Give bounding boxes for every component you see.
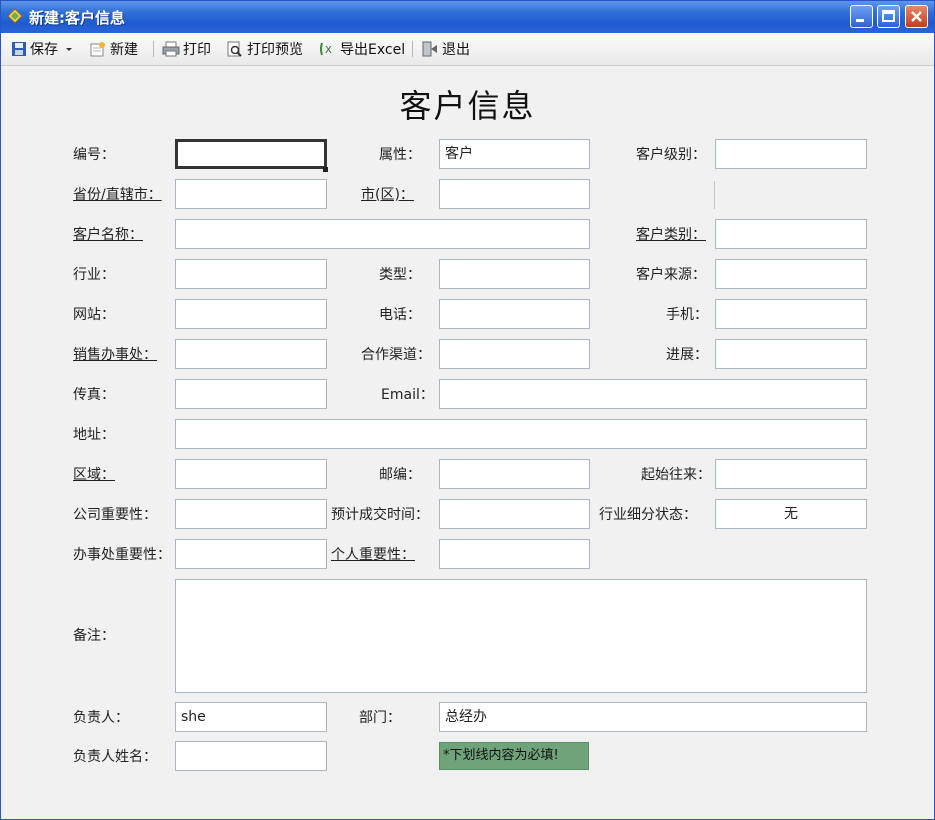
personal-importance-field[interactable] [439,539,590,569]
remarks-label: 备注： [73,628,115,644]
sales-office-field[interactable] [175,339,327,369]
mobile-field[interactable] [715,299,867,329]
progress-label: 进展： [666,347,708,363]
attribute-field[interactable]: 客户 [439,139,590,169]
customer-level-label: 客户级别： [636,147,706,163]
website-field[interactable] [175,299,327,329]
first-contact-field[interactable] [715,459,867,489]
industry-segment-status-label: 行业细分状态： [599,507,697,523]
industry-field[interactable] [175,259,327,289]
sales-office-label: 销售办事处： [73,347,157,363]
exit-label: 退出 [442,42,470,58]
app-diamond-icon [7,8,23,24]
type-field[interactable] [439,259,590,289]
customer-name-label: 客户名称： [73,227,143,243]
title-bar[interactable]: 新建:客户信息 [1,1,934,33]
channel-field[interactable] [439,339,590,369]
close-button[interactable] [905,5,928,28]
customer-category-field[interactable] [715,219,867,249]
website-label: 网站： [73,307,115,323]
window-title: 新建:客户信息 [29,9,125,27]
print-label: 打印 [183,42,211,58]
exit-door-icon [422,41,437,57]
floppy-disk-icon [12,42,26,56]
focus-handle [323,167,328,172]
print-preview-icon [227,41,242,57]
new-document-icon [90,42,105,57]
city-label: 市(区)： [361,187,414,203]
customer-source-field[interactable] [715,259,867,289]
industry-segment-status-field[interactable]: 无 [715,499,867,529]
department-field[interactable]: 总经办 [439,702,867,732]
address-label: 地址： [73,427,115,443]
region-label: 区域： [73,467,115,483]
postcode-label: 邮编： [379,467,421,483]
department-label: 部门： [359,710,401,726]
company-importance-label: 公司重要性： [73,507,157,523]
customer-source-label: 客户来源： [636,267,706,283]
province-field[interactable] [175,179,327,209]
print-preview-button[interactable]: 打印预览 [226,39,303,59]
owner-field[interactable]: she [175,702,327,732]
required-fields-note: *下划线内容为必填! [439,742,589,770]
divider-line [714,181,715,209]
postcode-field[interactable] [439,459,590,489]
remarks-textarea[interactable] [175,579,867,693]
new-button[interactable]: 新建 [89,39,138,59]
address-field[interactable] [175,419,867,449]
save-label: 保存 [30,42,58,58]
province-label: 省份/直辖市： [73,187,162,203]
type-label: 类型： [379,267,421,283]
personal-importance-label: 个人重要性： [331,547,415,563]
exit-button[interactable]: 退出 [421,39,470,59]
toolbar-separator [153,41,154,57]
region-field[interactable] [175,459,327,489]
toolbar: 保存 新建 打印 打印预览 X 导出Excel 退出 [1,33,934,66]
owner-label: 负责人： [73,710,129,726]
company-importance-field[interactable] [175,499,327,529]
expected-deal-time-field[interactable] [439,499,590,529]
mobile-label: 手机： [666,307,708,323]
minimize-button[interactable] [850,5,873,28]
fax-label: 传真： [73,387,115,403]
attribute-label: 属性： [379,147,421,163]
dropdown-arrow-icon [66,48,72,51]
city-field[interactable] [439,179,590,209]
excel-icon: X [320,42,332,56]
phone-field[interactable] [439,299,590,329]
customer-level-field[interactable] [715,139,867,169]
channel-label: 合作渠道： [361,347,431,363]
printer-icon [162,41,180,57]
office-importance-field[interactable] [175,539,327,569]
fax-field[interactable] [175,379,327,409]
first-contact-label: 起始往来： [641,467,711,483]
svg-text:X: X [325,45,332,56]
phone-label: 电话： [379,307,421,323]
expected-deal-time-label: 预计成交时间： [331,507,429,523]
new-label: 新建 [110,42,138,58]
id-field[interactable] [175,139,327,169]
export-excel-label: 导出Excel [340,42,406,58]
toolbar-separator [412,41,413,57]
office-importance-label: 办事处重要性： [73,547,171,563]
form-title: 客户信息 [399,87,536,125]
owner-name-field[interactable] [175,741,327,771]
maximize-button[interactable] [877,5,900,28]
owner-name-label: 负责人姓名： [73,749,157,765]
save-button[interactable]: 保存 [11,39,79,59]
customer-name-field[interactable] [175,219,590,249]
customer-category-label: 客户类别： [636,227,706,243]
progress-field[interactable] [715,339,867,369]
print-button[interactable]: 打印 [162,39,211,59]
export-excel-button[interactable]: X 导出Excel [319,39,405,59]
email-field[interactable] [439,379,867,409]
email-label: Email： [381,387,434,403]
print-preview-label: 打印预览 [247,42,303,58]
customer-info-window: 新建:客户信息 保存 新建 打印 打印预览 X 导出Excel 退出 客户信息 … [0,0,935,820]
id-label: 编号： [73,147,115,163]
industry-label: 行业： [73,267,115,283]
